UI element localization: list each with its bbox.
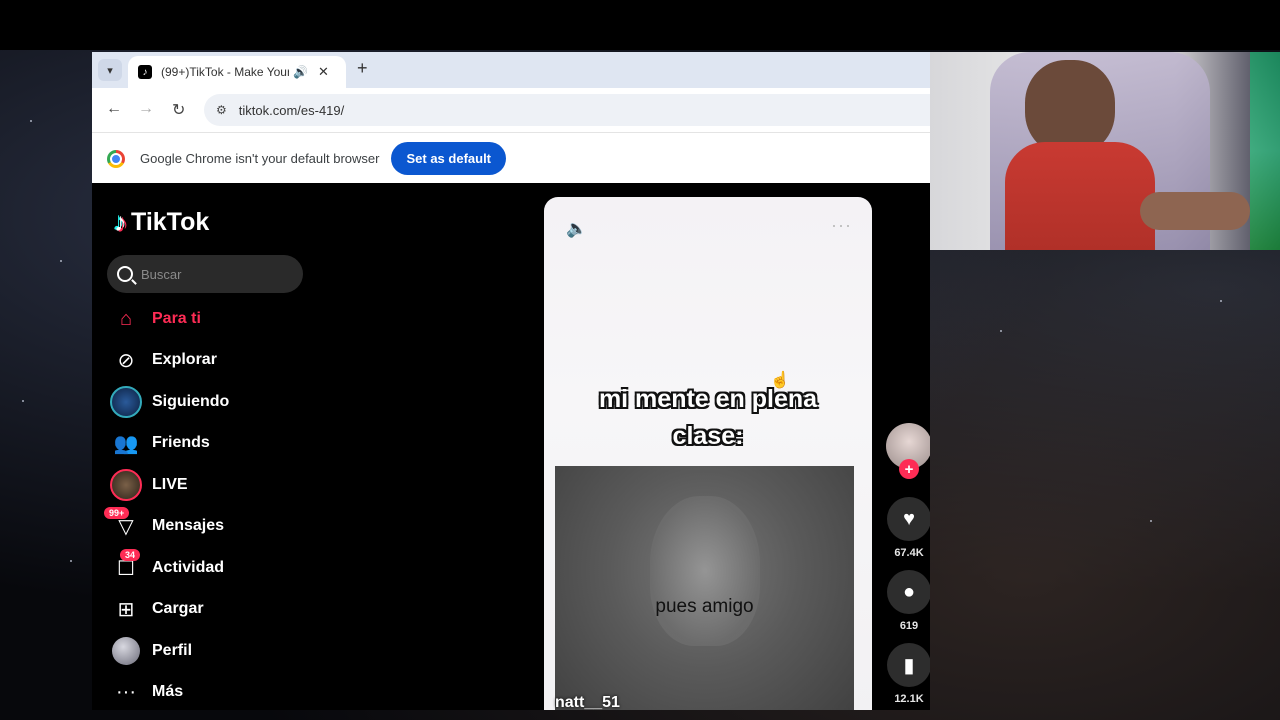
message-icon: ▽ 99+ [104,507,142,542]
volume-icon[interactable]: 🔈 [566,219,587,239]
compass-icon: ⊘ [117,349,135,372]
search-box[interactable]: Buscar [107,255,303,293]
activity-badge: 34 [120,549,141,561]
like-button[interactable]: ♥ [887,497,930,541]
close-icon[interactable]: ✕ [318,64,329,80]
set-as-default-button[interactable]: Set as default [391,142,507,175]
tiktok-logo-text: TikTok [131,208,210,236]
search-icon [117,266,133,282]
star [30,120,32,122]
sidebar-item-para-ti[interactable]: ⌂ Para ti [110,303,310,335]
new-tab-button[interactable]: + [357,58,368,79]
tab-strip: ▾ ♪ (99+)TikTok - Make Your Day 🔊 ✕ + [92,52,930,88]
star [70,560,72,562]
video-face-image [650,496,760,646]
tiktok-icon: ♪ [138,65,152,79]
sidebar-item-label: Actividad [152,559,225,576]
search-input[interactable]: Buscar [141,267,181,282]
default-browser-infobar: Google Chrome isn't your default browser… [92,132,930,184]
forward-icon[interactable]: → [138,100,154,118]
caption-line: mi mente en plena [598,385,818,413]
chrome-logo-icon [107,149,125,168]
star [22,400,24,402]
sidebar-item-explorar[interactable]: ⊘ Explorar [110,344,310,376]
comment-button[interactable]: ● [887,570,930,614]
star [60,260,62,262]
tiktok-note-icon: ♪ [114,207,127,237]
comment-count: 619 [899,620,919,632]
follow-plus-icon[interactable]: + [899,459,919,479]
sidebar-item-mensajes[interactable]: ▽ 99+ Mensajes [104,507,310,542]
caption-line: clase: [672,422,744,450]
sidebar-item-label: Mensajes [152,517,225,534]
sidebar-item-friends[interactable]: 👥 Friends [110,427,310,459]
star [1150,520,1152,522]
star [1000,330,1002,332]
video-frame: pues amigo [555,466,854,710]
more-options-icon[interactable]: ··· [831,215,852,236]
star [1220,300,1222,302]
browser-window: ▾ ♪ (99+)TikTok - Make Your Day 🔊 ✕ + ← … [92,52,930,710]
sidebar-item-label: Cargar [152,600,204,617]
messages-badge: 99+ [104,507,130,519]
live-avatar [110,469,142,501]
url-text[interactable]: tiktok.com/es-419/ [239,103,345,118]
site-settings-icon[interactable]: ⚙ [216,103,227,117]
sidebar-item-label: Explorar [152,351,217,368]
video-username[interactable]: natt__51 [555,694,620,710]
video-caption: mi mente en plena clase: [544,381,872,455]
infobar-message: Google Chrome isn't your default browser [140,151,380,166]
top-black-bar [0,0,1280,50]
profile-avatar [110,635,142,667]
sidebar-item-perfil[interactable]: Perfil [110,635,310,667]
browser-tab[interactable]: ♪ (99+)TikTok - Make Your Day 🔊 ✕ [128,56,346,88]
video-player[interactable]: 🔈 ··· mi mente en plena clase: pues amig… [544,197,872,710]
speaker-icon[interactable]: 🔊 [293,65,308,79]
browser-toolbar: ← → ↻ ⚙ tiktok.com/es-419/ [92,88,930,132]
webcam-led-lights [1250,52,1280,250]
tiktok-logo[interactable]: ♪ TikTok [114,207,209,238]
sidebar-item-cargar[interactable]: ⊞ Cargar [110,593,310,625]
tab-search-button[interactable]: ▾ [98,59,122,81]
back-icon[interactable]: ← [106,100,122,118]
sidebar-item-label: Siguiendo [152,393,230,410]
following-avatar [110,386,142,418]
sidebar-item-label: Perfil [152,642,193,659]
address-bar[interactable]: ⚙ tiktok.com/es-419/ [204,94,930,126]
sidebar-item-mas[interactable]: ··· Más [110,676,310,708]
webcam-person-head [1025,60,1115,155]
mouse-cursor-icon: ☝ [770,372,790,389]
sidebar-item-live[interactable]: LIVE [110,469,310,501]
comment-icon: ● [902,580,916,603]
video-subtitle: pues amigo [655,596,754,617]
home-icon: ⌂ [119,307,133,330]
more-icon: ··· [116,680,136,703]
upload-icon: ⊞ [117,598,135,621]
bookmark-icon: ▮ [903,654,915,677]
webcam-overlay [930,52,1280,250]
save-count: 12.1K [894,693,924,705]
sidebar-item-label: Friends [152,434,210,451]
sidebar-item-label: Más [152,683,184,700]
tab-title: (99+)TikTok - Make Your Day [161,65,289,79]
sidebar-item-actividad[interactable]: ☐ 34 Actividad [110,549,310,584]
save-button[interactable]: ▮ [887,643,930,687]
webcam-person-body [1005,142,1155,250]
tiktok-page: ♪ TikTok Buscar ⌂ Para ti ⊘ Explorar Sig… [92,183,930,710]
activity-icon: ☐ 34 [110,549,142,584]
chevron-down-icon: ▾ [107,64,113,77]
heart-icon: ♥ [903,507,915,530]
webcam-person-arm [1140,192,1250,230]
reload-icon[interactable]: ↻ [172,100,185,120]
like-count: 67.4K [894,547,924,559]
sidebar-item-label: LIVE [152,476,188,493]
sidebar-item-siguiendo[interactable]: Siguiendo [110,386,310,418]
sidebar-item-label: Para ti [152,310,201,327]
friends-icon: 👥 [113,432,139,455]
